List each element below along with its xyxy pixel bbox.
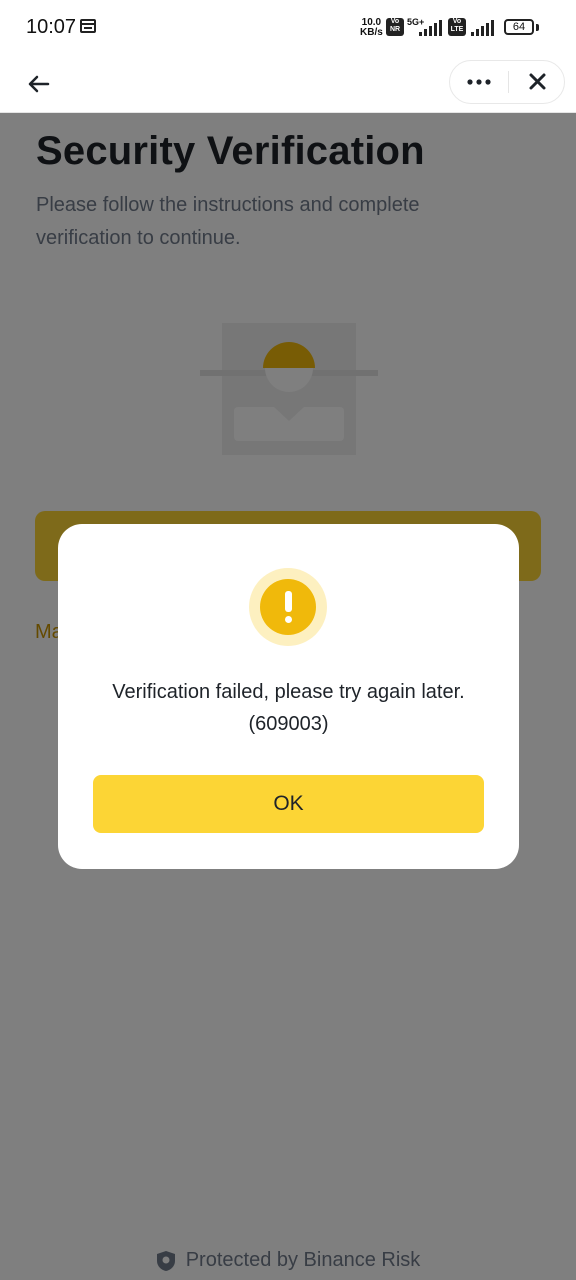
dialog-error-code: (609003) bbox=[248, 713, 329, 735]
status-time: 10:07 bbox=[26, 16, 77, 38]
volte-badge: Vo LTE bbox=[448, 18, 466, 36]
back-button[interactable] bbox=[22, 66, 58, 102]
dialog-message-text: Verification failed, please try again la… bbox=[112, 681, 465, 703]
calendar-icon bbox=[80, 19, 96, 33]
warning-icon-bar bbox=[285, 591, 292, 612]
error-dialog: Verification failed, please try again la… bbox=[58, 524, 519, 869]
dialog-message: Verification failed, please try again la… bbox=[78, 676, 499, 740]
battery-icon: 64 bbox=[504, 19, 534, 35]
battery-tip bbox=[536, 24, 539, 31]
back-arrow-icon bbox=[28, 75, 50, 93]
signal-icon bbox=[419, 20, 442, 36]
more-dots-icon bbox=[467, 79, 491, 85]
status-bar: 10:07 10.0 KB/s Vo NR 5G+ Vo LTE 64 bbox=[0, 0, 576, 56]
warning-icon-circle bbox=[260, 579, 316, 635]
app-header bbox=[0, 56, 576, 113]
network-speed: 10.0 KB/s bbox=[360, 17, 383, 38]
more-button[interactable] bbox=[450, 61, 508, 103]
vonr-badge: Vo NR bbox=[386, 18, 404, 36]
warning-icon-dot bbox=[285, 616, 292, 623]
close-icon bbox=[529, 73, 546, 90]
mini-program-capsule bbox=[449, 60, 565, 104]
ok-button[interactable]: OK bbox=[93, 775, 484, 833]
signal-icon bbox=[471, 20, 494, 36]
close-button[interactable] bbox=[509, 61, 565, 103]
warning-icon bbox=[249, 568, 327, 646]
